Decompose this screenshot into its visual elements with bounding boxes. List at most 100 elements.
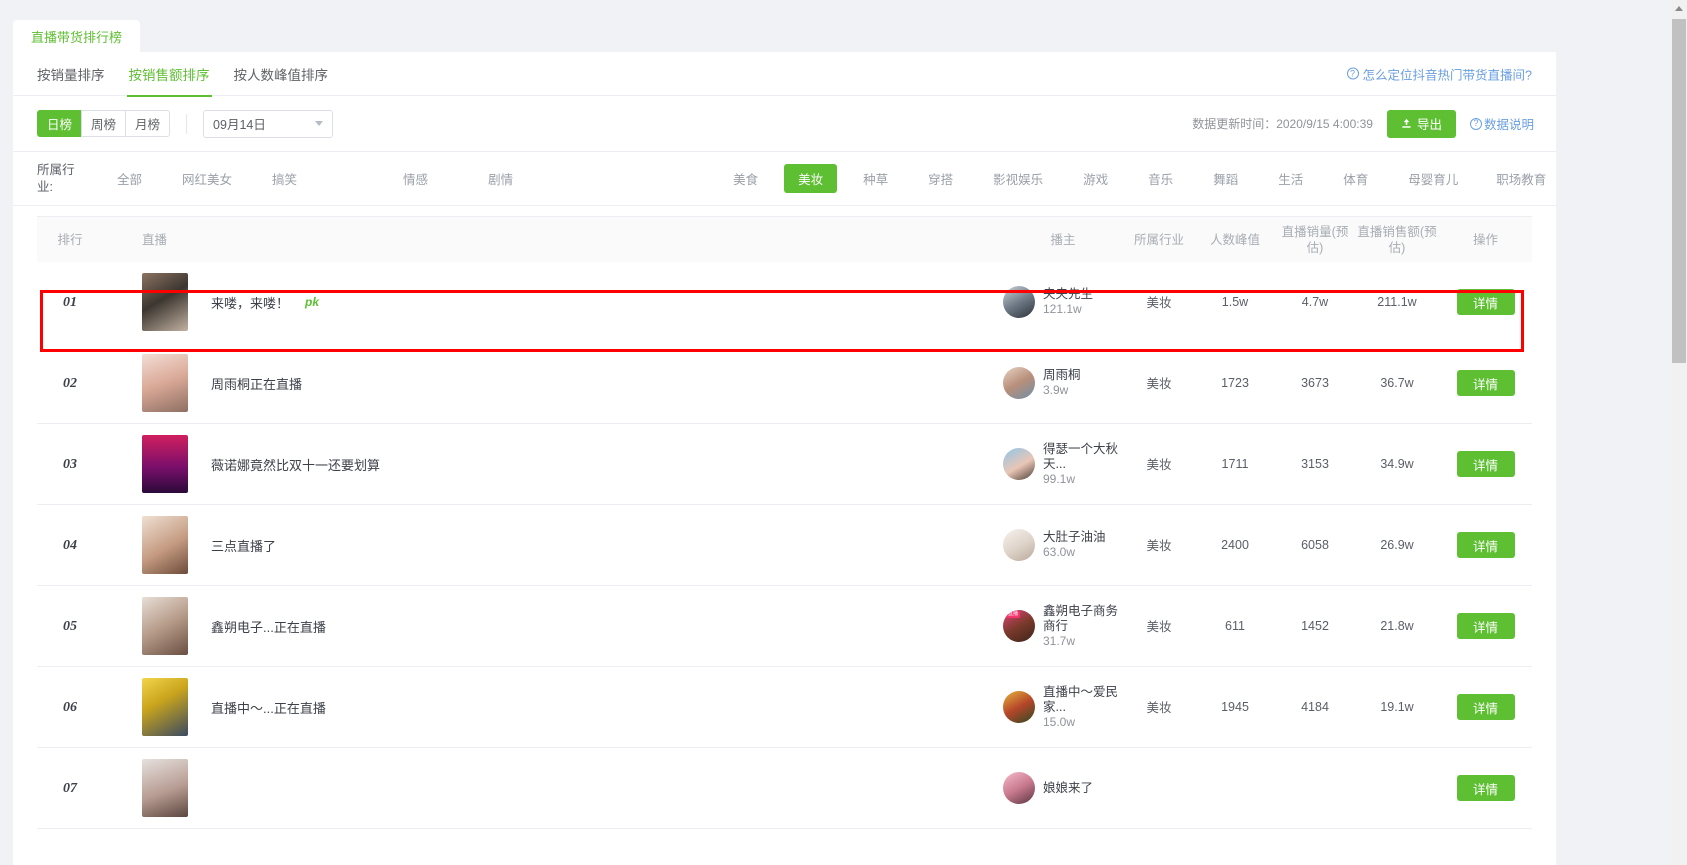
industry-item-game[interactable]: 游戏 xyxy=(1069,164,1122,193)
peak-value: 1711 xyxy=(1221,457,1249,471)
update-time-label: 数据更新时间：2020/9/15 4:00:39 xyxy=(1192,117,1373,131)
host-fans: 15.0w xyxy=(1043,714,1076,729)
right-gutter xyxy=(1568,0,1671,865)
data-description-label: 数据说明 xyxy=(1483,118,1534,132)
host-name[interactable]: 大肚子油油 xyxy=(1043,530,1106,545)
host-name[interactable]: 娘娘来了 xyxy=(1043,781,1093,796)
period-button-weekly[interactable]: 周榜 xyxy=(81,110,127,137)
export-button[interactable]: 导出 xyxy=(1386,109,1456,138)
live-title[interactable]: 鑫朔电子...正在直播 xyxy=(211,617,326,636)
tab-label: 按销售额排序 xyxy=(128,67,210,83)
detail-button[interactable]: 详情 xyxy=(1456,370,1515,396)
table-row[interactable]: 01 来喽，来喽！ pk 夫夫先生 121.1w 美妆 1.5w 4.7w 21… xyxy=(37,262,1532,343)
detail-button[interactable]: 详情 xyxy=(1456,694,1515,720)
sales-value: 4184 xyxy=(1301,700,1329,714)
table-row[interactable]: 05 鑫朔电子...正在直播 直播 鑫朔电子商务商行 31.7w 美妆 611 xyxy=(37,586,1532,667)
live-thumbnail[interactable] xyxy=(142,678,188,736)
detail-button[interactable]: 详情 xyxy=(1456,289,1515,315)
industry-item-sports[interactable]: 体育 xyxy=(1329,164,1382,193)
host-name[interactable]: 夫夫先生 xyxy=(1043,287,1093,302)
live-title[interactable]: 周雨桐正在直播 xyxy=(211,374,302,393)
page-root: 直播带货排行榜 按销量排序 按销售额排序 按人数峰值排序 ? 怎么定位抖音热门带… xyxy=(0,0,1687,865)
amount-value: 211.1w xyxy=(1377,295,1417,309)
pk-tag: pk xyxy=(305,295,320,309)
period-button-daily[interactable]: 日榜 xyxy=(37,110,83,137)
host-name[interactable]: 鑫朔电子商务商行 xyxy=(1043,604,1123,634)
industry-item-music[interactable]: 音乐 xyxy=(1134,164,1187,193)
peak-value: 1.5w xyxy=(1221,295,1249,309)
industry-item-all[interactable]: 全部 xyxy=(103,164,156,193)
table-header: 排行 直播 播主 所属行业 人数峰值 直播销量(预估) 直播销售额(预估) 操作 xyxy=(37,216,1532,262)
table-row[interactable]: 06 直播中～...正在直播 直播中～爱民家... 15.0w 美妆 1945 … xyxy=(37,667,1532,748)
live-title[interactable]: 直播中～...正在直播 xyxy=(211,698,326,717)
avatar[interactable] xyxy=(1003,286,1035,318)
industry-item-parenting[interactable]: 母婴育儿 xyxy=(1394,164,1472,193)
controls-right-group: 数据更新时间：2020/9/15 4:00:39 导出 ? 数据说明 xyxy=(1192,109,1534,138)
column-header-peak: 人数峰值 xyxy=(1209,232,1260,247)
industry-item-emotion[interactable]: 情感 xyxy=(389,164,442,193)
scroll-up-arrow-icon[interactable] xyxy=(1671,0,1687,17)
live-title[interactable]: 薇诺娜竟然比双十一还要划算 xyxy=(211,455,380,474)
detail-button[interactable]: 详情 xyxy=(1456,613,1515,639)
avatar[interactable]: 直播 xyxy=(1003,610,1035,642)
table-row[interactable]: 02 周雨桐正在直播 周雨桐 3.9w 美妆 1723 3673 36.7w 详… xyxy=(37,343,1532,424)
export-button-label: 导出 xyxy=(1416,118,1442,132)
live-thumbnail[interactable] xyxy=(142,516,188,574)
industry-item-food[interactable]: 美食 xyxy=(719,164,772,193)
table-row[interactable]: 03 薇诺娜竟然比双十一还要划算 得瑟一个大秋天... 99.1w 美妆 171… xyxy=(37,424,1532,505)
peak-value: 611 xyxy=(1225,619,1245,633)
tab-sort-by-volume[interactable]: 按销量排序 xyxy=(25,52,117,96)
data-description-link[interactable]: ? 数据说明 xyxy=(1469,114,1534,133)
live-thumbnail[interactable] xyxy=(142,435,188,493)
column-header-amount: 直播销售额(预估) xyxy=(1357,224,1437,255)
help-link[interactable]: ? 怎么定位抖音热门带货直播间? xyxy=(1346,64,1532,83)
industry-filter-list: 全部 网红美女 搞笑 情感 剧情 美食 美妆 种草 穿搭 影视娱乐 游戏 音乐 … xyxy=(103,164,1687,193)
page-scrollbar[interactable] xyxy=(1671,0,1687,865)
industry-item-beauty[interactable]: 美妆 xyxy=(784,164,838,193)
detail-button[interactable]: 详情 xyxy=(1456,451,1515,477)
avatar[interactable] xyxy=(1003,691,1035,723)
detail-button[interactable]: 详情 xyxy=(1456,775,1515,801)
live-thumbnail[interactable] xyxy=(142,597,188,655)
sales-value: 4.7w xyxy=(1301,295,1329,309)
industry-item-dance[interactable]: 舞蹈 xyxy=(1199,164,1252,193)
tab-sort-by-peak[interactable]: 按人数峰值排序 xyxy=(222,52,341,96)
amount-value: 34.9w xyxy=(1380,457,1414,471)
detail-button[interactable]: 详情 xyxy=(1456,532,1515,558)
column-header-host: 播主 xyxy=(1050,232,1076,247)
industry-item-outfit[interactable]: 穿搭 xyxy=(914,164,967,193)
live-thumbnail[interactable] xyxy=(142,759,188,817)
column-header-rank: 排行 xyxy=(57,232,83,247)
table-row[interactable]: 04 三点直播了 大肚子油油 63.0w 美妆 2400 6058 26.9w … xyxy=(37,505,1532,586)
industry-item-beauty-girl[interactable]: 网红美女 xyxy=(168,164,246,193)
table-row[interactable]: 07 娘娘来了 详情 xyxy=(37,748,1532,829)
tab-label: 按销量排序 xyxy=(37,67,105,83)
sales-value: 1452 xyxy=(1301,619,1329,633)
tab-sort-by-amount[interactable]: 按销售额排序 xyxy=(117,52,222,97)
scrollbar-thumb[interactable] xyxy=(1672,19,1686,363)
rank-value: 02 xyxy=(63,376,77,391)
industry-value: 美妆 xyxy=(1146,701,1172,715)
live-title[interactable]: 三点直播了 xyxy=(211,536,276,555)
industry-item-planting[interactable]: 种草 xyxy=(849,164,902,193)
date-picker[interactable]: 09月14日 xyxy=(203,109,334,138)
industry-item-life[interactable]: 生活 xyxy=(1264,164,1317,193)
host-name[interactable]: 直播中～爱民家... xyxy=(1043,685,1123,715)
browser-tab-ranking[interactable]: 直播带货排行榜 xyxy=(13,20,141,52)
live-title[interactable]: 来喽，来喽！ xyxy=(211,293,289,312)
host-name[interactable]: 周雨桐 xyxy=(1043,368,1081,383)
industry-item-funny[interactable]: 搞笑 xyxy=(258,164,311,193)
avatar[interactable] xyxy=(1003,529,1035,561)
live-thumbnail[interactable] xyxy=(142,354,188,412)
industry-item-drama[interactable]: 剧情 xyxy=(474,164,527,193)
industry-item-career-edu[interactable]: 职场教育 xyxy=(1482,164,1560,193)
avatar[interactable] xyxy=(1003,448,1035,480)
date-picker-value: 09月14日 xyxy=(213,118,266,132)
host-name[interactable]: 得瑟一个大秋天... xyxy=(1043,442,1123,472)
sales-value: 3153 xyxy=(1301,457,1329,471)
live-thumbnail[interactable] xyxy=(142,273,188,331)
industry-item-film-tv[interactable]: 影视娱乐 xyxy=(979,164,1057,193)
avatar[interactable] xyxy=(1003,772,1035,804)
avatar[interactable] xyxy=(1003,367,1035,399)
period-button-monthly[interactable]: 月榜 xyxy=(125,110,171,137)
